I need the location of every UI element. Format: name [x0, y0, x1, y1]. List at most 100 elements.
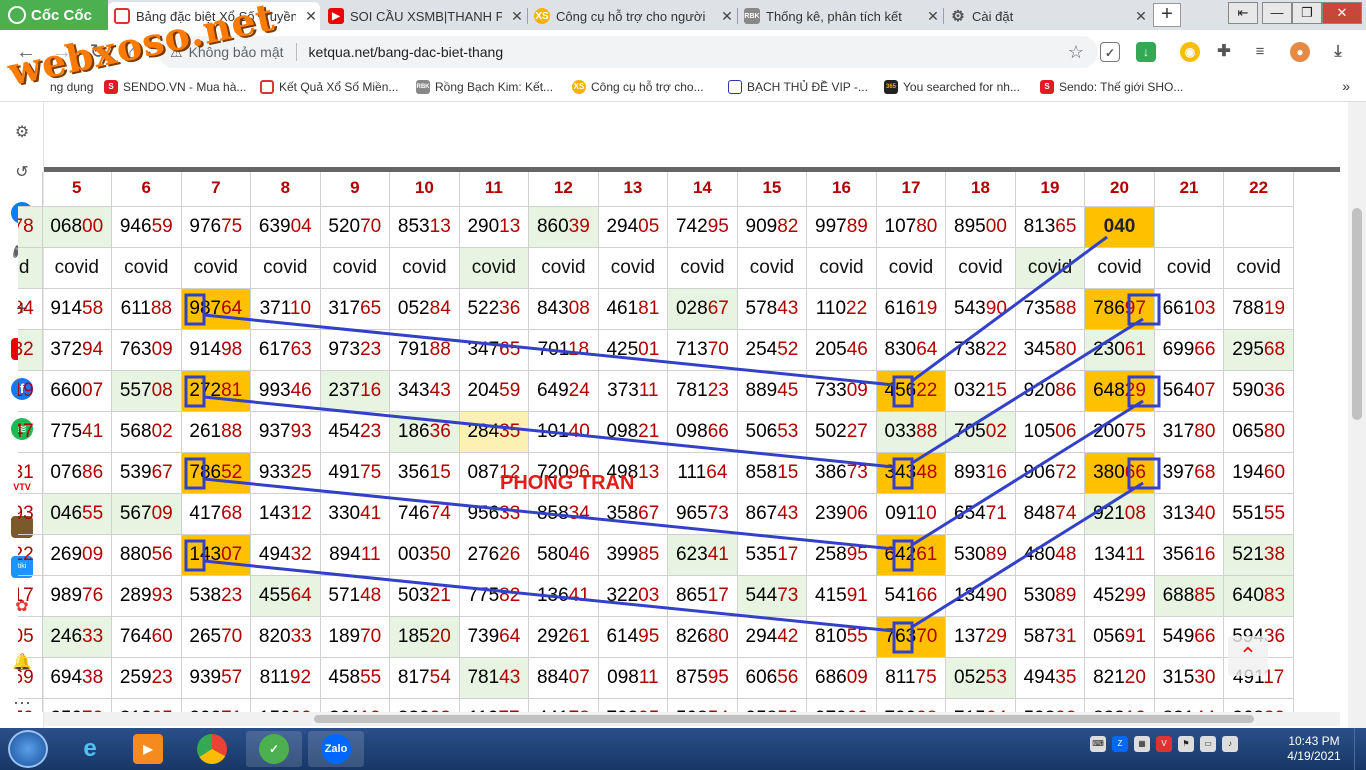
- result-cell: 36112: [319, 698, 391, 712]
- chrome-extension-icon[interactable]: ◉: [1180, 42, 1200, 62]
- taskbar-chrome[interactable]: [184, 731, 240, 767]
- result-cell: 87595: [667, 657, 738, 699]
- result-cell: 78697: [1084, 288, 1155, 330]
- day-header: 16: [806, 172, 877, 207]
- bookmark-star-icon[interactable]: ☆: [1068, 42, 1084, 63]
- result-cell: 76309: [111, 329, 182, 371]
- taskbar-media[interactable]: ▶: [120, 731, 176, 767]
- result-cell: 70118: [528, 329, 599, 371]
- url-text: ketqua.net/bang-dac-biet-thang: [308, 44, 504, 60]
- taskbar-clock[interactable]: 10:43 PM 4/19/2021: [1284, 734, 1344, 764]
- day-header: 11: [458, 172, 530, 207]
- result-cell: 66103: [1153, 288, 1225, 330]
- result-cell: covid: [1223, 247, 1294, 289]
- settings-gear-icon[interactable]: ⚙: [11, 122, 33, 144]
- minimize-button[interactable]: —: [1262, 2, 1292, 24]
- shield-icon: [728, 80, 742, 94]
- result-cell: 26909: [41, 534, 113, 576]
- address-bar[interactable]: ⚠ Không bảo mật ketqua.net/bang-dac-biet…: [158, 36, 1098, 68]
- taskbar-ie[interactable]: e: [62, 731, 118, 767]
- day-header: 7: [180, 172, 252, 207]
- bookmark-sendo[interactable]: S SENDO.VN - Mua hà...: [104, 80, 246, 94]
- horizontal-scrollbar[interactable]: [44, 712, 1340, 726]
- close-icon[interactable]: ✕: [1132, 8, 1150, 25]
- puzzle-icon[interactable]: ✚: [1214, 42, 1234, 62]
- bookmarks-more-icon[interactable]: »: [1342, 78, 1350, 94]
- result-cell: 24633: [41, 616, 113, 658]
- restore-tabs-icon[interactable]: ⇤: [1228, 2, 1258, 24]
- bookmark-you-searched[interactable]: 365 You searched for nh...: [884, 80, 1020, 94]
- result-cell: 71564: [945, 698, 1016, 712]
- result-cell: 13490: [945, 575, 1016, 617]
- youtube-icon: ▶: [328, 8, 344, 24]
- bookmark-rong-bach-kim[interactable]: RBK Rồng Bạch Kim: Kết...: [416, 80, 553, 94]
- annotation-label: PHONG TRAN: [500, 472, 635, 494]
- scroll-top-icon[interactable]: ⌃: [1228, 636, 1268, 676]
- result-cell: covid: [250, 247, 321, 289]
- profile-avatar[interactable]: ●: [1290, 42, 1310, 62]
- taskbar-coccoc[interactable]: ✓: [246, 731, 302, 767]
- result-cell: 23906: [806, 493, 877, 535]
- download-arrow-icon[interactable]: ↓: [1136, 42, 1156, 62]
- result-cell: 18636: [389, 411, 460, 453]
- show-desktop-button[interactable]: [1354, 728, 1366, 770]
- result-cell: 57148: [319, 575, 391, 617]
- result-cell: 89411: [319, 534, 391, 576]
- tab-settings[interactable]: ⚙ Cài đặt ✕: [944, 2, 1150, 30]
- result-cell: 29261: [528, 616, 599, 658]
- day-header: 19: [1014, 172, 1086, 207]
- horizontal-scroll-thumb[interactable]: [314, 715, 1254, 723]
- bookmark-bach-thu[interactable]: BẠCH THỦ ĐỀ VIP -...: [728, 80, 868, 94]
- tab-thong-ke[interactable]: RBK Thống kê, phân tích kết ✕: [738, 2, 942, 30]
- bookmark-sendo-the-gioi[interactable]: S Sendo: Thế giới SHO...: [1040, 80, 1183, 94]
- taskbar-zalo[interactable]: Zalo: [308, 731, 364, 767]
- result-cell: 03215: [945, 370, 1016, 412]
- result-cell: 78123: [667, 370, 738, 412]
- flag-icon[interactable]: ⚑: [1178, 736, 1194, 752]
- zalo-tray-icon[interactable]: Z: [1112, 736, 1128, 752]
- result-cell: 68609: [806, 657, 877, 699]
- monitor-icon[interactable]: ▭: [1200, 736, 1216, 752]
- tab-cong-cu[interactable]: XS Công cụ hỗ trợ cho người ✕: [528, 2, 736, 30]
- new-tab-button[interactable]: +: [1153, 3, 1181, 27]
- sendo-icon: S: [1040, 80, 1054, 94]
- result-cell: 55708: [111, 370, 182, 412]
- vertical-scroll-thumb[interactable]: [1352, 208, 1362, 420]
- keyboard-icon[interactable]: ⌨: [1090, 736, 1106, 752]
- result-cell: 59036: [1223, 370, 1294, 412]
- result-cell: 05691: [1084, 616, 1155, 658]
- result-cell: 89500: [945, 206, 1016, 248]
- tab-soi-cau[interactable]: ▶ SOI CẦU XSMB|THANH P ✕: [322, 2, 526, 30]
- result-cell: [1223, 206, 1294, 248]
- bookmark-ket-qua[interactable]: Kết Quả Xổ Số Miền...: [260, 80, 398, 94]
- close-icon[interactable]: ✕: [718, 8, 736, 25]
- vertical-scrollbar[interactable]: [1348, 102, 1366, 728]
- volume-icon[interactable]: ♪: [1222, 736, 1238, 752]
- playlist-icon[interactable]: ≡: [1250, 42, 1270, 62]
- result-cell: 45855: [319, 657, 391, 699]
- result-cell: 74295: [667, 206, 738, 248]
- close-icon[interactable]: ✕: [924, 8, 942, 25]
- result-cell: 81365: [1014, 206, 1086, 248]
- result-cell: 69438: [41, 657, 113, 699]
- result-cell: 70502: [945, 411, 1016, 453]
- result-cell: covid: [41, 247, 113, 289]
- network-icon[interactable]: ▦: [1134, 736, 1150, 752]
- close-icon[interactable]: ✕: [508, 8, 526, 25]
- coccoc-menu-button[interactable]: Cốc Cốc: [0, 0, 108, 30]
- day-header: 17: [875, 172, 947, 207]
- antivirus-icon[interactable]: V: [1156, 736, 1172, 752]
- extension-puzzle-badge-icon[interactable]: ✓: [1100, 42, 1120, 62]
- windows-start-button[interactable]: [8, 730, 48, 768]
- bookmark-cong-cu[interactable]: XS Công cụ hỗ trợ cho...: [572, 80, 704, 94]
- result-cell: 54166: [875, 575, 947, 617]
- close-icon[interactable]: ✕: [302, 8, 320, 25]
- maximize-button[interactable]: ❐: [1292, 2, 1322, 24]
- downloads-icon[interactable]: ⤓: [1328, 42, 1348, 62]
- close-window-button[interactable]: ✕: [1322, 2, 1362, 24]
- result-cell: 28993: [111, 575, 182, 617]
- result-cell: covid: [736, 247, 808, 289]
- result-cell: 97675: [180, 206, 252, 248]
- result-cell: 85313: [389, 206, 460, 248]
- result-cell: 00919: [18, 370, 43, 412]
